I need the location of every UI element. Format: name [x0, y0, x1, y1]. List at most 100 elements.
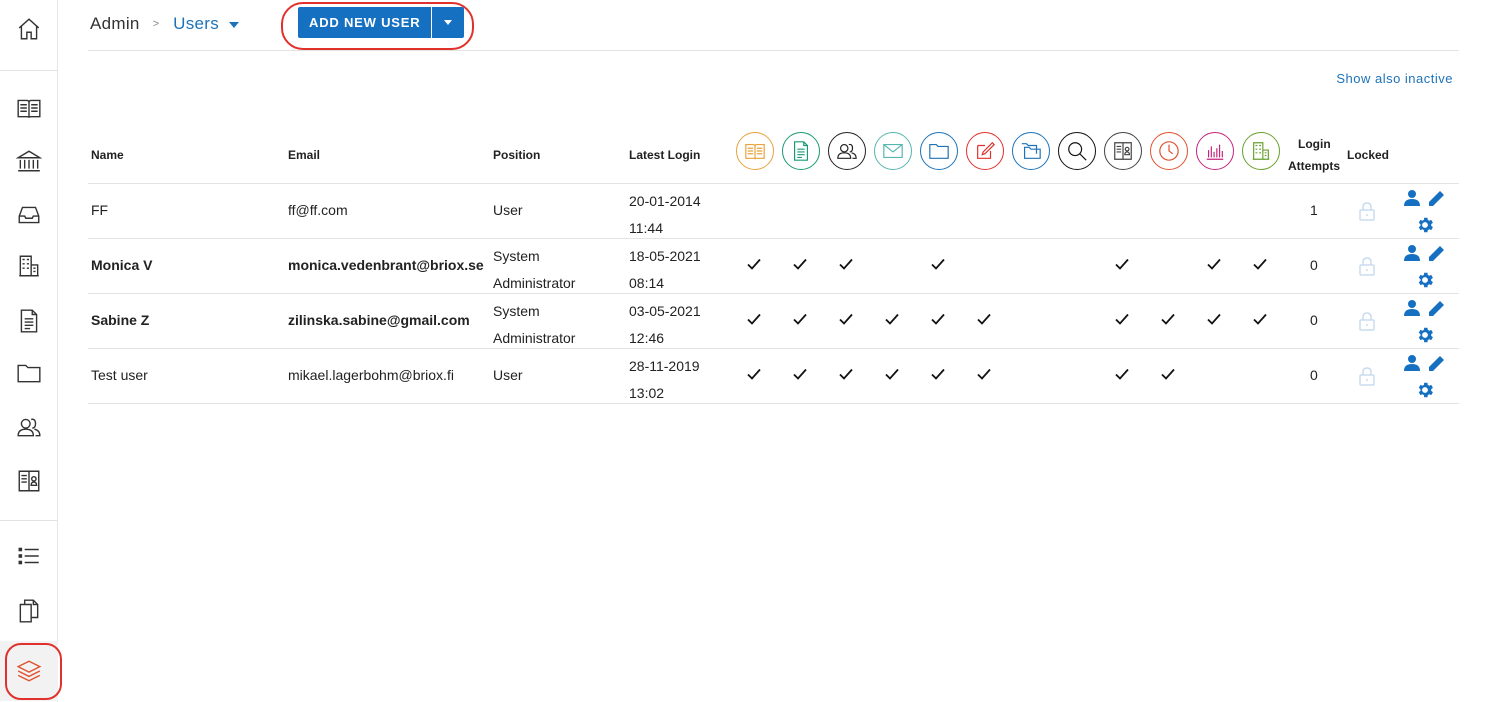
show-inactive-link[interactable]: Show also inactive: [1336, 71, 1453, 86]
search-icon: [1068, 142, 1087, 161]
module-column-bar-chart-icon[interactable]: [1196, 132, 1234, 170]
module-column-folder-icon[interactable]: [920, 132, 958, 170]
check-icon: [838, 256, 858, 276]
users-table: Name Email Position Latest Login Login A…: [88, 128, 1459, 404]
sidebar-item-office[interactable]: [0, 243, 58, 289]
users-icon: [17, 418, 41, 437]
user-position-line: Administrator: [493, 330, 576, 346]
sidebar-item-users[interactable]: [0, 404, 58, 450]
gear-icon[interactable]: [1415, 270, 1435, 290]
folder-icon: [17, 364, 41, 383]
folders-icon: [1021, 143, 1041, 159]
gear-icon[interactable]: [1415, 215, 1435, 235]
module-column-building-icon[interactable]: [1242, 132, 1280, 170]
user-position: System Administrator: [493, 298, 575, 352]
chevron-down-icon[interactable]: [229, 22, 240, 28]
table-row[interactable]: FF ff@ff.com User 20-01-2014 11:44 1: [88, 184, 1459, 239]
module-column-folders-icon[interactable]: [1012, 132, 1050, 170]
layers-icon: [16, 660, 42, 682]
user-latest-login: 28-11-2019 13:02: [629, 353, 700, 407]
edit-pencil-icon[interactable]: [1426, 354, 1446, 372]
login-attempts: 0: [1310, 257, 1318, 273]
login-time: 11:44: [629, 220, 663, 236]
column-header-login: Login: [1298, 137, 1331, 151]
add-new-user-button[interactable]: ADD NEW USER: [298, 7, 432, 38]
user-name[interactable]: Sabine Z: [91, 312, 149, 328]
sidebar-item-documents[interactable]: [0, 298, 58, 344]
module-column-search-icon[interactable]: [1058, 132, 1096, 170]
module-column-contact-book-icon[interactable]: [1104, 132, 1142, 170]
check-icon: [1114, 311, 1134, 331]
column-header-name[interactable]: Name: [91, 148, 124, 162]
user-name[interactable]: FF: [91, 202, 108, 218]
sidebar-item-contacts[interactable]: [0, 458, 58, 504]
user-profile-icon[interactable]: [1402, 354, 1422, 372]
login-time: 08:14: [629, 275, 665, 291]
edit-icon: [977, 141, 996, 159]
check-icon: [1160, 311, 1180, 331]
edit-pencil-icon[interactable]: [1426, 189, 1446, 207]
table-row[interactable]: Test user mikael.lagerbohm@briox.fi User 28…: [88, 349, 1459, 404]
lock-icon[interactable]: [1358, 256, 1378, 278]
module-column-book-icon[interactable]: [736, 132, 774, 170]
folder-icon: [929, 143, 949, 159]
breadcrumb-separator: >: [152, 18, 160, 30]
user-profile-icon[interactable]: [1402, 299, 1422, 317]
sidebar-item-inbox[interactable]: [0, 192, 58, 238]
sidebar-item-home[interactable]: [0, 6, 58, 52]
list-icon: [18, 547, 39, 565]
module-column-edit-icon[interactable]: [966, 132, 1004, 170]
sidebar-item-copy[interactable]: [0, 588, 58, 634]
check-icon: [930, 256, 950, 276]
lock-icon[interactable]: [1358, 366, 1378, 388]
check-icon: [746, 256, 766, 276]
contact-book-icon: [18, 470, 40, 492]
check-icon: [838, 366, 858, 386]
home-icon: [18, 18, 40, 40]
user-latest-login: 20-01-2014 11:44: [629, 188, 701, 242]
check-icon: [792, 366, 812, 386]
column-header-latest-login[interactable]: Latest Login: [629, 148, 700, 162]
check-icon: [1206, 311, 1226, 331]
table-row[interactable]: Monica V monica.vedenbrant@briox.se System…: [88, 239, 1459, 294]
check-icon: [976, 366, 996, 386]
column-header-position[interactable]: Position: [493, 148, 540, 162]
check-icon: [792, 311, 812, 331]
check-icon: [792, 256, 812, 276]
check-icon: [976, 311, 996, 331]
gear-icon[interactable]: [1415, 325, 1435, 345]
login-attempts: 0: [1310, 367, 1318, 383]
table-row[interactable]: Sabine Z zilinska.sabine@gmail.com System A…: [88, 294, 1459, 349]
check-icon: [884, 366, 904, 386]
user-latest-login: 18-05-2021 08:14: [629, 243, 701, 297]
lock-icon[interactable]: [1358, 311, 1378, 333]
user-name[interactable]: Monica V: [91, 257, 152, 273]
breadcrumb-admin[interactable]: Admin: [90, 14, 140, 34]
user-profile-icon[interactable]: [1402, 244, 1422, 262]
edit-pencil-icon[interactable]: [1426, 244, 1446, 262]
sidebar: [0, 0, 58, 702]
lock-icon[interactable]: [1358, 201, 1378, 223]
module-column-clock-icon[interactable]: [1150, 132, 1188, 170]
sidebar-item-folder[interactable]: [0, 350, 58, 396]
sidebar-item-ledger[interactable]: [0, 85, 58, 131]
user-email: ff@ff.com: [288, 202, 348, 218]
module-column-mail-icon[interactable]: [874, 132, 912, 170]
bar-chart-icon: [1206, 144, 1224, 160]
sidebar-item-layers[interactable]: [0, 641, 58, 701]
login-attempts: 1: [1310, 202, 1318, 218]
sidebar-item-list[interactable]: [0, 533, 58, 579]
add-user-dropdown-toggle[interactable]: [432, 7, 465, 38]
user-email: zilinska.sabine@gmail.com: [288, 312, 470, 328]
sidebar-item-bank[interactable]: [0, 138, 58, 184]
module-column-users-icon[interactable]: [828, 132, 866, 170]
user-name[interactable]: Test user: [91, 367, 148, 383]
gear-icon[interactable]: [1415, 380, 1435, 400]
column-header-attempts: Attempts: [1288, 159, 1341, 173]
column-header-email[interactable]: Email: [288, 148, 320, 162]
edit-pencil-icon[interactable]: [1426, 299, 1446, 317]
user-profile-icon[interactable]: [1402, 189, 1422, 207]
module-column-document-icon[interactable]: [782, 132, 820, 170]
user-position-line: Administrator: [493, 275, 576, 291]
breadcrumb-users-dropdown[interactable]: Users: [173, 14, 219, 34]
